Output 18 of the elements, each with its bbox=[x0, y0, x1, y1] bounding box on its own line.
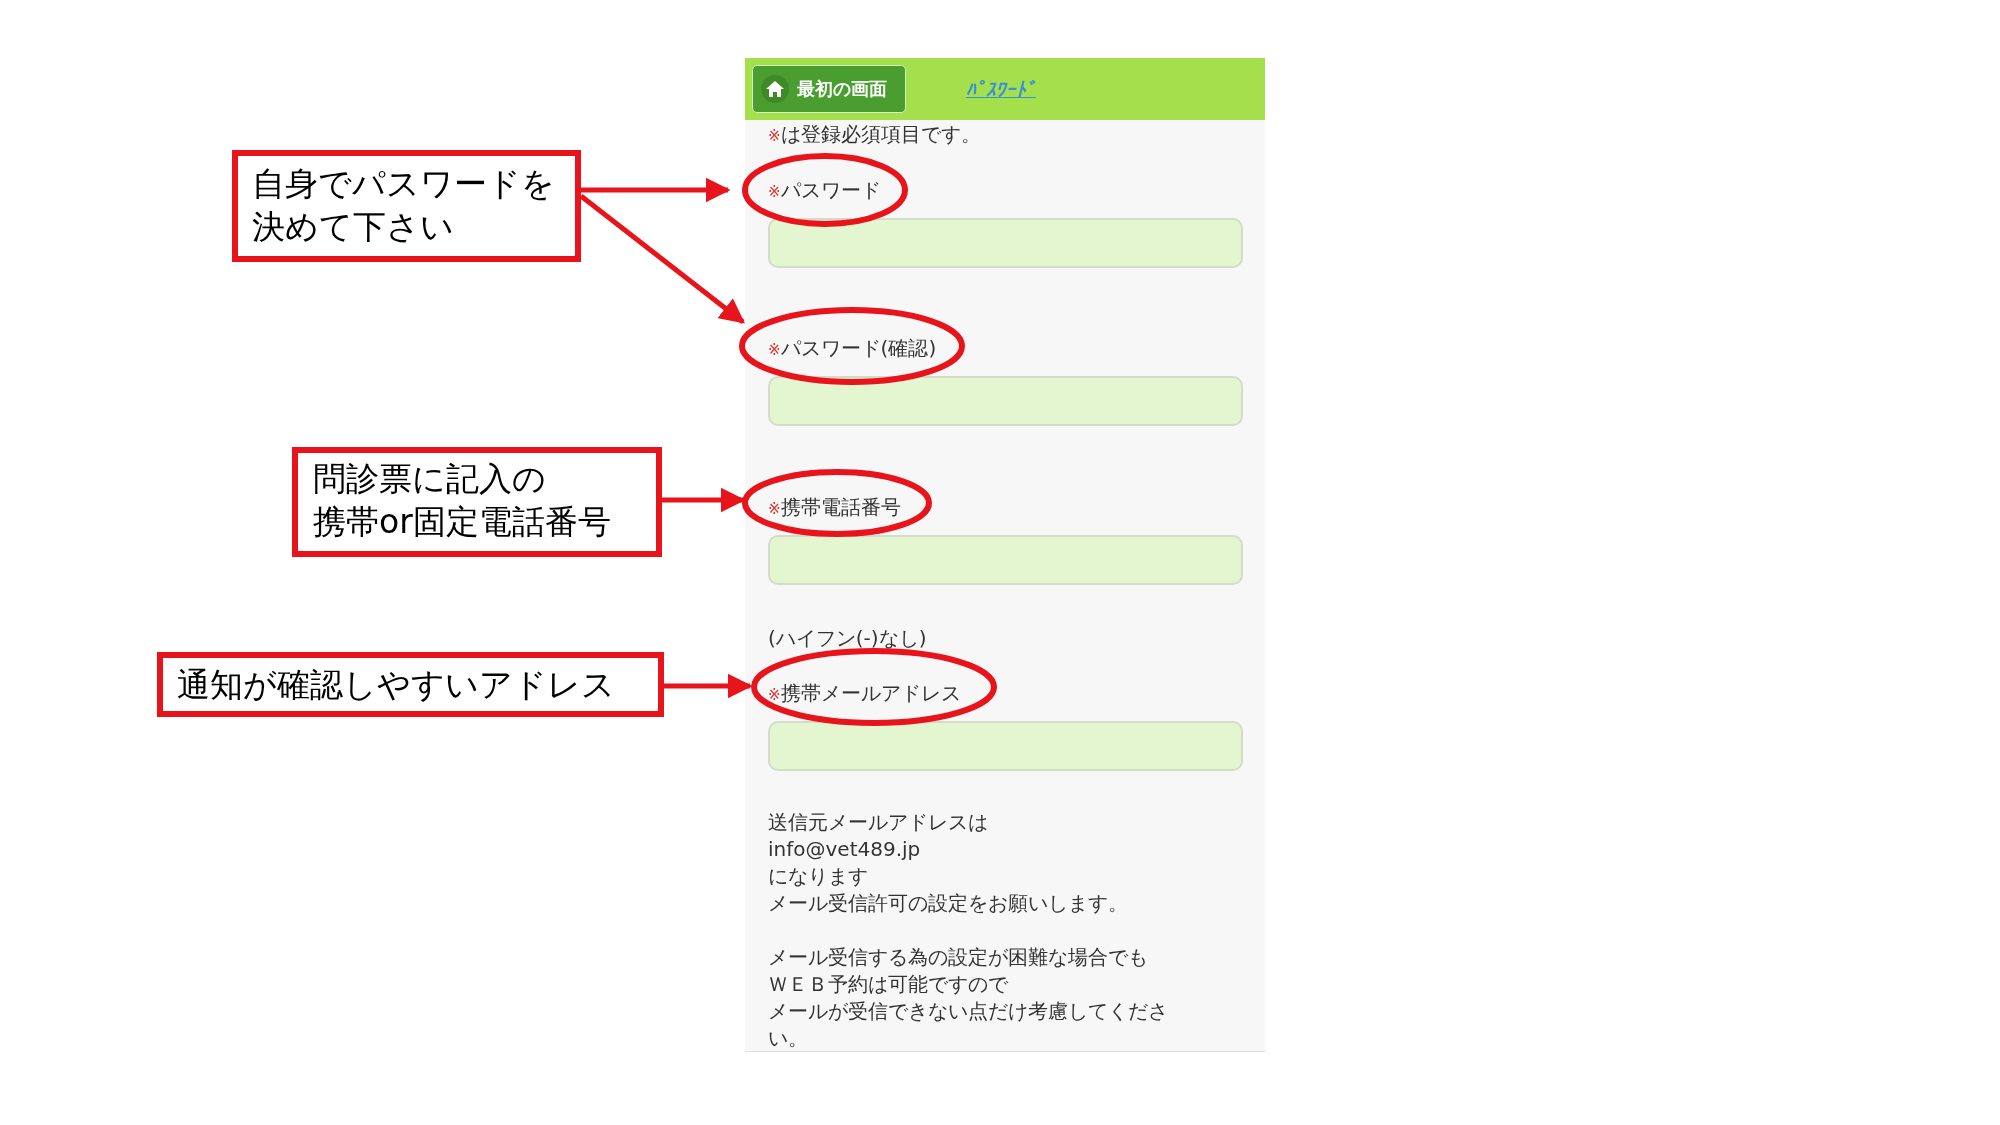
annotation-callout: 問診票に記入の 携帯or固定電話番号 bbox=[292, 447, 662, 557]
annotation-callout: 自身でパスワードを 決めて下さい bbox=[232, 150, 581, 262]
input-field[interactable] bbox=[768, 218, 1243, 268]
home-button[interactable]: 最初の画面 bbox=[752, 65, 906, 113]
field-label: ※パスワード(確認) bbox=[768, 335, 938, 362]
info-paragraph: 送信元メールアドレスは info@vet489.jp になります メール受信許可の設定をお願いします。 bbox=[768, 809, 1129, 917]
input-field[interactable] bbox=[768, 721, 1243, 771]
input-field[interactable] bbox=[768, 376, 1243, 426]
page-title-link[interactable]: ﾊﾟｽﾜｰﾄﾞ bbox=[966, 78, 1036, 100]
field-hint: (ハイフン(-)なし) bbox=[768, 625, 928, 651]
field-label: ※パスワード bbox=[768, 177, 882, 204]
info-paragraph: メール受信する為の設定が困難な場合でも ＷＥＢ予約は可能ですので メールが受信できない点だけ考慮してくださ い。 bbox=[768, 944, 1169, 1052]
field-label: ※携帯メールアドレス bbox=[768, 680, 962, 707]
input-field[interactable] bbox=[768, 535, 1243, 585]
required-note: ※は登録必須項目です。 bbox=[768, 121, 982, 148]
field-label: ※携帯電話番号 bbox=[768, 494, 902, 521]
home-icon bbox=[761, 75, 789, 103]
annotation-callout: 通知が確認しやすいアドレス bbox=[157, 652, 664, 717]
